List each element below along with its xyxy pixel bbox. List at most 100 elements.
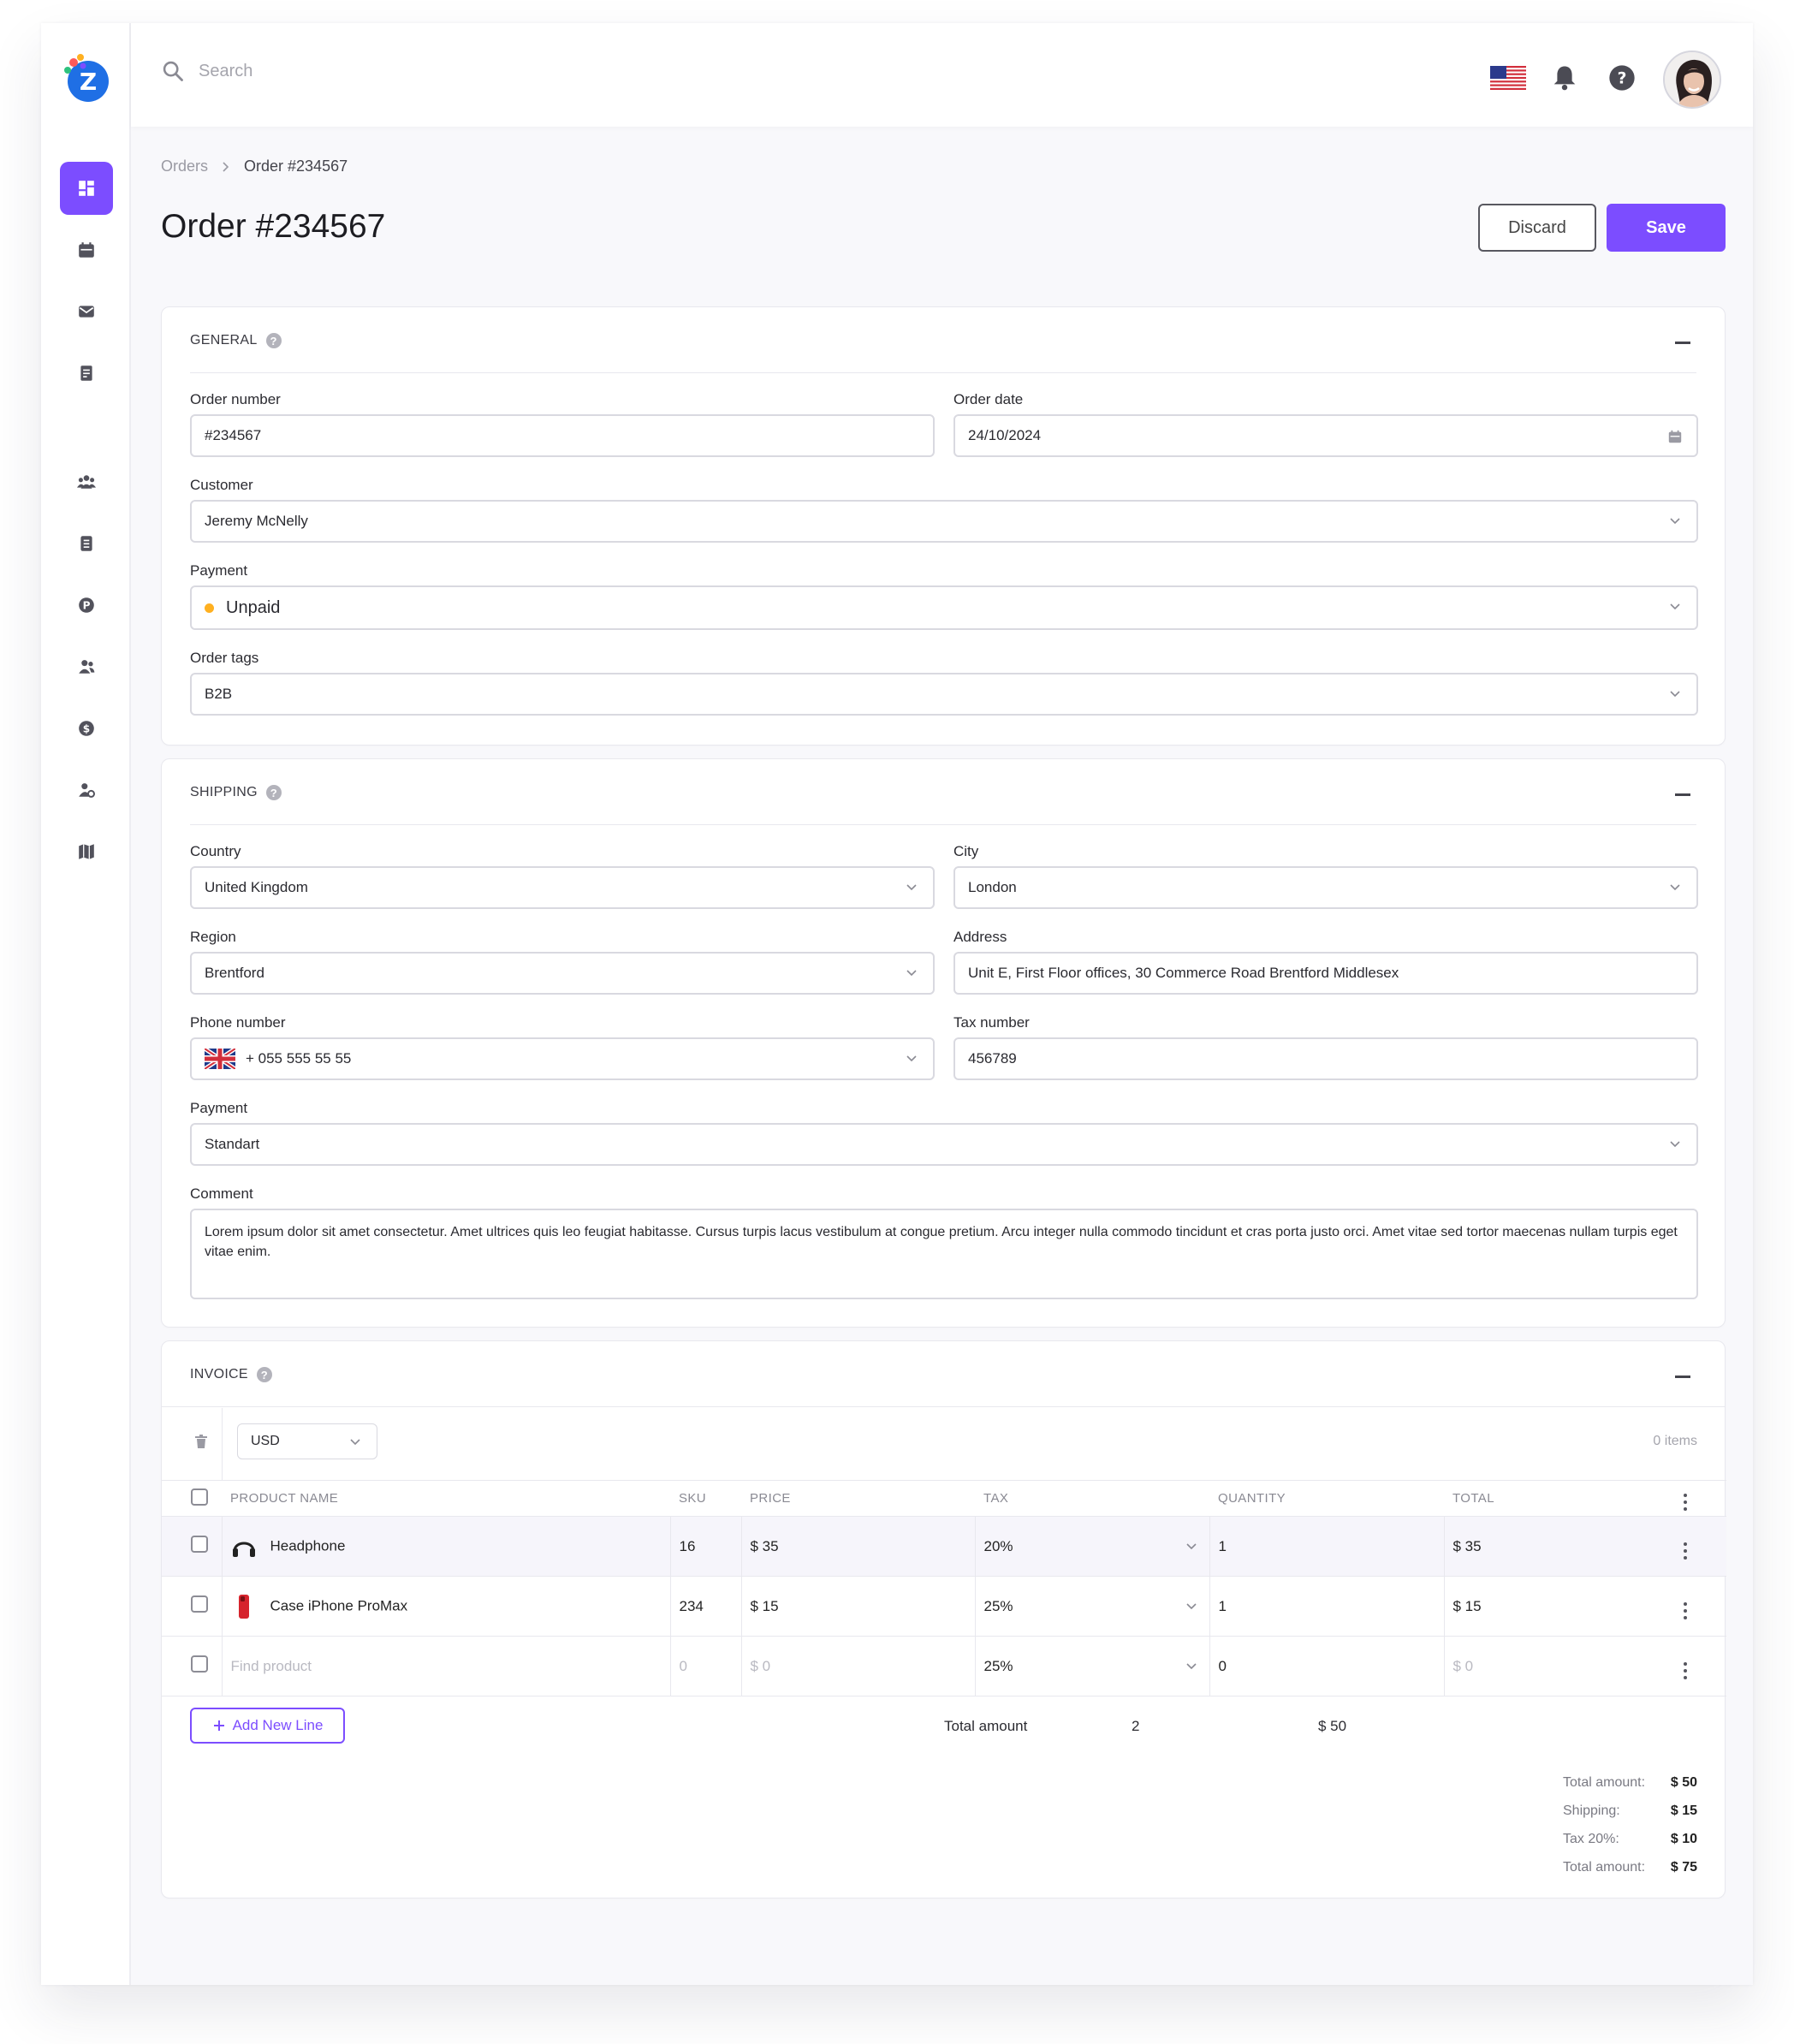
row-options-icon[interactable] bbox=[1684, 1542, 1687, 1560]
trash-icon[interactable] bbox=[193, 1433, 210, 1450]
notification-bell-icon[interactable] bbox=[1552, 64, 1577, 92]
chevron-down-icon bbox=[906, 970, 917, 977]
shipping-payment-select[interactable]: Standart bbox=[190, 1123, 1698, 1166]
quantity-cell[interactable]: 0 bbox=[1209, 1636, 1444, 1696]
collapse-invoice-button[interactable] bbox=[1675, 1376, 1690, 1378]
region-label: Region bbox=[190, 929, 236, 945]
region-select[interactable]: Brentford bbox=[190, 952, 935, 995]
svg-text:P: P bbox=[83, 599, 91, 611]
price-cell[interactable]: $ 15 bbox=[740, 1576, 975, 1637]
row-checkbox[interactable] bbox=[191, 1536, 208, 1553]
uk-flag-icon[interactable] bbox=[205, 1049, 235, 1069]
search-input[interactable]: Search bbox=[199, 62, 252, 81]
sidebar-item-mail[interactable] bbox=[60, 285, 113, 338]
svg-text:Z: Z bbox=[80, 68, 97, 96]
sku-cell[interactable]: 16 bbox=[669, 1516, 741, 1577]
totals-row: Shipping: $ 15 bbox=[1563, 1803, 1697, 1819]
discard-button[interactable]: Discard bbox=[1478, 204, 1596, 252]
headphone-icon bbox=[232, 1542, 255, 1557]
summary-amount: $ 50 bbox=[1318, 1718, 1347, 1734]
totals-row: Total amount: $ 75 bbox=[1563, 1860, 1697, 1875]
info-icon[interactable]: ? bbox=[256, 1367, 272, 1382]
chevron-right-icon bbox=[223, 161, 229, 172]
tax-select[interactable]: 25% bbox=[974, 1576, 1209, 1637]
chevron-down-icon bbox=[1185, 1602, 1197, 1609]
quantity-cell[interactable]: 1 bbox=[1209, 1516, 1444, 1577]
tax-select[interactable]: 25% bbox=[974, 1636, 1209, 1696]
totals-value: $ 75 bbox=[1670, 1860, 1697, 1875]
sidebar-item-users[interactable] bbox=[60, 455, 113, 508]
sku-cell[interactable]: 0 bbox=[669, 1636, 741, 1696]
more-options-icon[interactable] bbox=[1684, 1494, 1687, 1511]
sidebar-item-calendar[interactable] bbox=[60, 223, 113, 276]
phone-input[interactable]: + 055 555 55 55 bbox=[190, 1037, 935, 1080]
user-avatar[interactable] bbox=[1663, 51, 1721, 109]
chevron-down-icon[interactable] bbox=[906, 1053, 918, 1065]
info-icon[interactable]: ? bbox=[265, 333, 282, 348]
phone-value: + 055 555 55 55 bbox=[246, 1050, 352, 1067]
payment-select[interactable]: Unpaid bbox=[190, 585, 1698, 630]
order-tags-select[interactable]: B2B bbox=[190, 673, 1698, 716]
sidebar-item-finance[interactable]: $ bbox=[60, 702, 113, 755]
price-cell[interactable]: $ 0 bbox=[740, 1636, 975, 1696]
sidebar-item-documents[interactable] bbox=[60, 517, 113, 570]
add-new-line-label: Add New Line bbox=[232, 1717, 324, 1733]
divider bbox=[222, 1408, 223, 1480]
row-options-icon[interactable] bbox=[1684, 1602, 1687, 1619]
table-row[interactable]: Find product 0 $ 0 25% 0 $ 0 bbox=[162, 1636, 1726, 1696]
page-title: Order #234567 bbox=[161, 208, 386, 245]
shipping-header: SHIPPING? bbox=[190, 785, 282, 800]
sidebar-item-invoices[interactable] bbox=[60, 347, 113, 400]
help-icon[interactable]: ? bbox=[1608, 64, 1636, 92]
city-value: London bbox=[968, 879, 1017, 895]
info-icon[interactable]: ? bbox=[265, 785, 282, 800]
sku-cell[interactable]: 234 bbox=[669, 1576, 741, 1637]
app-logo[interactable]: Z bbox=[60, 52, 111, 104]
add-new-line-button[interactable]: Add New Line bbox=[190, 1708, 345, 1744]
plus-icon bbox=[213, 1720, 224, 1731]
divider bbox=[190, 824, 1696, 825]
sidebar-item-contacts[interactable] bbox=[60, 640, 113, 693]
country-select[interactable]: United Kingdom bbox=[190, 866, 935, 909]
tax-number-value: 456789 bbox=[968, 1050, 1017, 1067]
totals-label: Total amount: bbox=[1563, 1775, 1646, 1790]
order-date-input[interactable]: 24/10/2024 bbox=[953, 414, 1698, 457]
sidebar: Z P $ bbox=[41, 23, 131, 1985]
tax-number-input[interactable]: 456789 bbox=[953, 1037, 1698, 1080]
chevron-down-icon bbox=[1670, 691, 1680, 698]
sidebar-item-dashboard[interactable] bbox=[60, 162, 113, 215]
sidebar-item-map[interactable] bbox=[60, 825, 113, 878]
sidebar-item-user-settings[interactable] bbox=[60, 764, 113, 817]
collapse-shipping-button[interactable] bbox=[1675, 793, 1690, 796]
row-checkbox[interactable] bbox=[191, 1655, 208, 1673]
currency-select[interactable]: USD bbox=[237, 1423, 377, 1459]
table-row[interactable]: Case iPhone ProMax 234 $ 15 25% 1 $ 15 bbox=[162, 1576, 1726, 1637]
order-number-input[interactable]: #234567 bbox=[190, 414, 935, 457]
find-product-input[interactable]: Find product bbox=[221, 1636, 670, 1696]
calendar-icon[interactable] bbox=[1667, 429, 1683, 444]
sidebar-item-payments[interactable]: P bbox=[60, 579, 113, 632]
address-input[interactable]: Unit E, First Floor offices, 30 Commerce… bbox=[953, 952, 1698, 995]
search-box[interactable]: Search bbox=[161, 59, 252, 83]
select-all-checkbox[interactable] bbox=[191, 1488, 208, 1506]
svg-text:$: $ bbox=[83, 722, 90, 734]
comment-textarea[interactable]: Lorem ipsum dolor sit amet consectetur. … bbox=[190, 1209, 1698, 1299]
customer-select[interactable]: Jeremy McNelly bbox=[190, 500, 1698, 543]
quantity-cell[interactable]: 1 bbox=[1209, 1576, 1444, 1637]
total-cell: $ 0 bbox=[1443, 1636, 1675, 1696]
row-checkbox[interactable] bbox=[191, 1595, 208, 1613]
tax-number-label: Tax number bbox=[953, 1014, 1030, 1031]
shipping-title: SHIPPING bbox=[190, 785, 258, 799]
us-flag-icon[interactable] bbox=[1490, 66, 1526, 90]
row-options-icon[interactable] bbox=[1684, 1662, 1687, 1679]
save-button[interactable]: Save bbox=[1607, 204, 1726, 252]
city-select[interactable]: London bbox=[953, 866, 1698, 909]
tax-select[interactable]: 20% bbox=[974, 1516, 1209, 1577]
table-header-row: PRODUCT NAME SKU PRICE TAX QUANTITY TOTA… bbox=[162, 1480, 1726, 1517]
table-row[interactable]: Headphone 16 $ 35 20% 1 $ 35 bbox=[162, 1516, 1726, 1577]
breadcrumb-orders-link[interactable]: Orders bbox=[161, 157, 208, 175]
price-cell[interactable]: $ 35 bbox=[740, 1516, 975, 1577]
payment-value: Unpaid bbox=[226, 597, 281, 617]
totals-label: Shipping: bbox=[1563, 1803, 1620, 1818]
collapse-general-button[interactable] bbox=[1675, 342, 1690, 344]
